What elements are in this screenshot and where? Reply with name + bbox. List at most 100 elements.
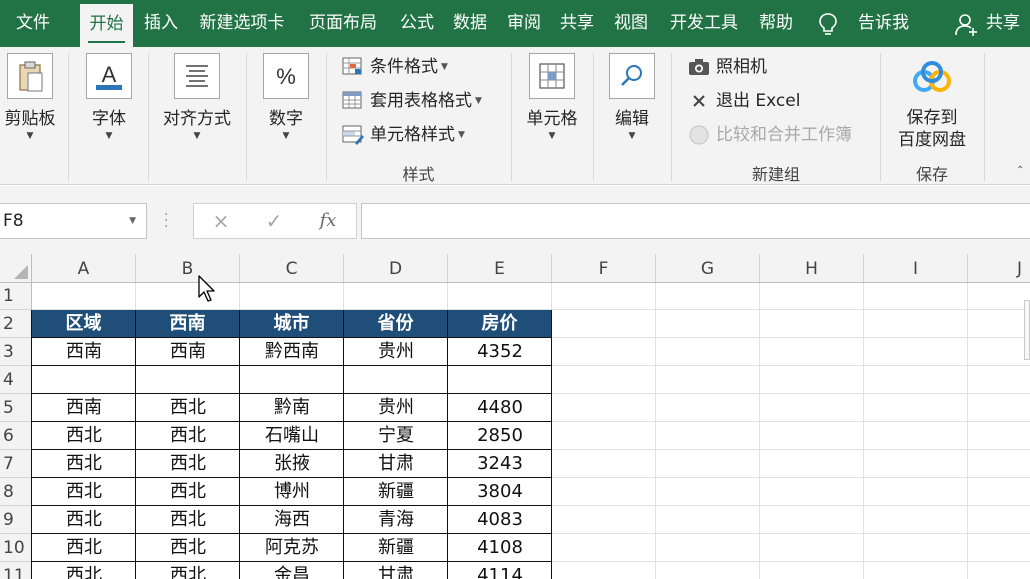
cell-b11[interactable]: 西北 xyxy=(136,562,240,579)
cell-d4[interactable] xyxy=(344,366,448,394)
header-cell-e2[interactable]: 房价 xyxy=(448,310,551,338)
cell-d8[interactable]: 新疆 xyxy=(344,478,448,506)
row-header-5[interactable]: 5 xyxy=(0,394,32,422)
cell-b5[interactable]: 西北 xyxy=(136,394,240,422)
column-header-j[interactable]: J xyxy=(968,254,1030,282)
column-header-h[interactable]: H xyxy=(760,254,864,282)
collapse-ribbon-icon[interactable]: ⌃ xyxy=(1016,165,1024,176)
cell-d3[interactable]: 贵州 xyxy=(344,338,448,366)
cell-d10[interactable]: 新疆 xyxy=(344,534,448,562)
cell-e4[interactable] xyxy=(448,366,552,394)
cell-a9[interactable]: 西北 xyxy=(32,506,136,534)
row-header-1[interactable]: 1 xyxy=(0,283,32,310)
cell-d6[interactable]: 宁夏 xyxy=(344,422,448,450)
cell-e3[interactable]: 4352 xyxy=(448,338,552,366)
name-box[interactable]: F8 ▼ xyxy=(0,203,147,239)
cell-d9[interactable]: 青海 xyxy=(344,506,448,534)
cell-b4[interactable] xyxy=(136,366,240,394)
cell-c5[interactable]: 黔南 xyxy=(240,394,344,422)
cell-e5[interactable]: 4480 xyxy=(448,394,552,422)
cell-c4[interactable] xyxy=(240,366,344,394)
row-header-8[interactable]: 8 xyxy=(0,478,32,506)
font-button[interactable]: A 字体 ▼ xyxy=(79,53,139,141)
select-all-corner[interactable] xyxy=(0,254,32,282)
cell-c11[interactable]: 金昌 xyxy=(240,562,344,579)
column-header-d[interactable]: D xyxy=(344,254,448,282)
cell-a4[interactable] xyxy=(32,366,136,394)
cell-c10[interactable]: 阿克苏 xyxy=(240,534,344,562)
cell-b8[interactable]: 西北 xyxy=(136,478,240,506)
row-header-4[interactable]: 4 xyxy=(0,366,32,394)
tab-home[interactable]: 开始 xyxy=(80,4,133,47)
cell-b6[interactable]: 西北 xyxy=(136,422,240,450)
header-cell-b2[interactable]: 西南 xyxy=(136,310,239,338)
row-header-7[interactable]: 7 xyxy=(0,450,32,478)
row-header-6[interactable]: 6 xyxy=(0,422,32,450)
row-header-9[interactable]: 9 xyxy=(0,506,32,534)
cell-c3[interactable]: 黔西南 xyxy=(240,338,344,366)
cell-a5[interactable]: 西南 xyxy=(32,394,136,422)
vertical-scrollbar[interactable] xyxy=(1024,300,1030,360)
tab-data[interactable]: 数据 xyxy=(446,0,494,47)
tab-view[interactable]: 视图 xyxy=(607,0,655,47)
header-cell-d2[interactable]: 省份 xyxy=(344,310,447,338)
column-header-g[interactable]: G xyxy=(656,254,760,282)
cell-e10[interactable]: 4108 xyxy=(448,534,552,562)
cell-b9[interactable]: 西北 xyxy=(136,506,240,534)
alignment-button[interactable]: 对齐方式 ▼ xyxy=(157,53,237,141)
insert-function-icon[interactable]: fx xyxy=(308,204,348,238)
formula-input[interactable] xyxy=(361,203,1030,239)
save-to-baidu-button[interactable]: 保存到 百度网盘 xyxy=(884,57,980,151)
cell-e8[interactable]: 3804 xyxy=(448,478,552,506)
cell-a3[interactable]: 西南 xyxy=(32,338,136,366)
cell-c7[interactable]: 张掖 xyxy=(240,450,344,478)
column-header-a[interactable]: A xyxy=(32,254,136,282)
column-header-c[interactable]: C xyxy=(240,254,344,282)
cell-a7[interactable]: 西北 xyxy=(32,450,136,478)
editing-button[interactable]: 编辑 ▼ xyxy=(602,53,662,141)
header-cell-a2[interactable]: 区域 xyxy=(32,310,135,338)
row-header-3[interactable]: 3 xyxy=(0,338,32,366)
cell-c9[interactable]: 海西 xyxy=(240,506,344,534)
column-header-e[interactable]: E xyxy=(448,254,552,282)
cell-b10[interactable]: 西北 xyxy=(136,534,240,562)
row-header-11[interactable]: 11 xyxy=(0,562,32,579)
cancel-icon[interactable]: × xyxy=(201,204,241,238)
column-header-i[interactable]: I xyxy=(864,254,968,282)
cell-a8[interactable]: 西北 xyxy=(32,478,136,506)
tab-file[interactable]: 文件 xyxy=(0,0,66,47)
cell-d11[interactable]: 甘肃 xyxy=(344,562,448,579)
tab-page-layout[interactable]: 页面布局 xyxy=(300,0,386,47)
tab-review[interactable]: 审阅 xyxy=(500,0,548,47)
tab-help[interactable]: 帮助 xyxy=(752,0,800,47)
header-cell-c2[interactable]: 城市 xyxy=(240,310,343,338)
column-header-f[interactable]: F xyxy=(552,254,656,282)
cell-e6[interactable]: 2850 xyxy=(448,422,552,450)
tab-insert[interactable]: 插入 xyxy=(136,0,186,47)
tab-developer[interactable]: 开发工具 xyxy=(661,0,747,47)
drag-handle-icon[interactable]: · · · xyxy=(164,208,168,234)
cell-c8[interactable]: 博州 xyxy=(240,478,344,506)
cell-e7[interactable]: 3243 xyxy=(448,450,552,478)
cells-button[interactable]: 单元格 ▼ xyxy=(521,53,583,141)
number-button[interactable]: % 数字 ▼ xyxy=(256,53,316,141)
cell-b7[interactable]: 西北 xyxy=(136,450,240,478)
cell-d5[interactable]: 贵州 xyxy=(344,394,448,422)
cell-a11[interactable]: 西北 xyxy=(32,562,136,579)
chevron-down-icon[interactable]: ▼ xyxy=(129,204,136,238)
spreadsheet-grid[interactable]: ABCDEFGHIJ 1 2 3 4 5 6 7 8 9 10 11 区域 西南 城市 省份 房价 西南 西南黔… xyxy=(0,254,1030,579)
enter-icon[interactable]: ✓ xyxy=(254,204,294,238)
row-header-2[interactable]: 2 xyxy=(0,310,32,338)
cell-e11[interactable]: 4114 xyxy=(448,562,552,579)
cell-a6[interactable]: 西北 xyxy=(32,422,136,450)
column-header-b[interactable]: B xyxy=(136,254,240,282)
cell-c6[interactable]: 石嘴山 xyxy=(240,422,344,450)
clipboard-button[interactable]: 剪贴板 ▼ xyxy=(0,53,60,141)
tab-new-tab[interactable]: 新建选项卡 xyxy=(192,0,292,47)
cell-a10[interactable]: 西北 xyxy=(32,534,136,562)
tab-share[interactable]: 共享 xyxy=(553,0,601,47)
row-header-10[interactable]: 10 xyxy=(0,534,32,562)
cell-b3[interactable]: 西南 xyxy=(136,338,240,366)
cell-e9[interactable]: 4083 xyxy=(448,506,552,534)
tab-formulas[interactable]: 公式 xyxy=(393,0,441,47)
